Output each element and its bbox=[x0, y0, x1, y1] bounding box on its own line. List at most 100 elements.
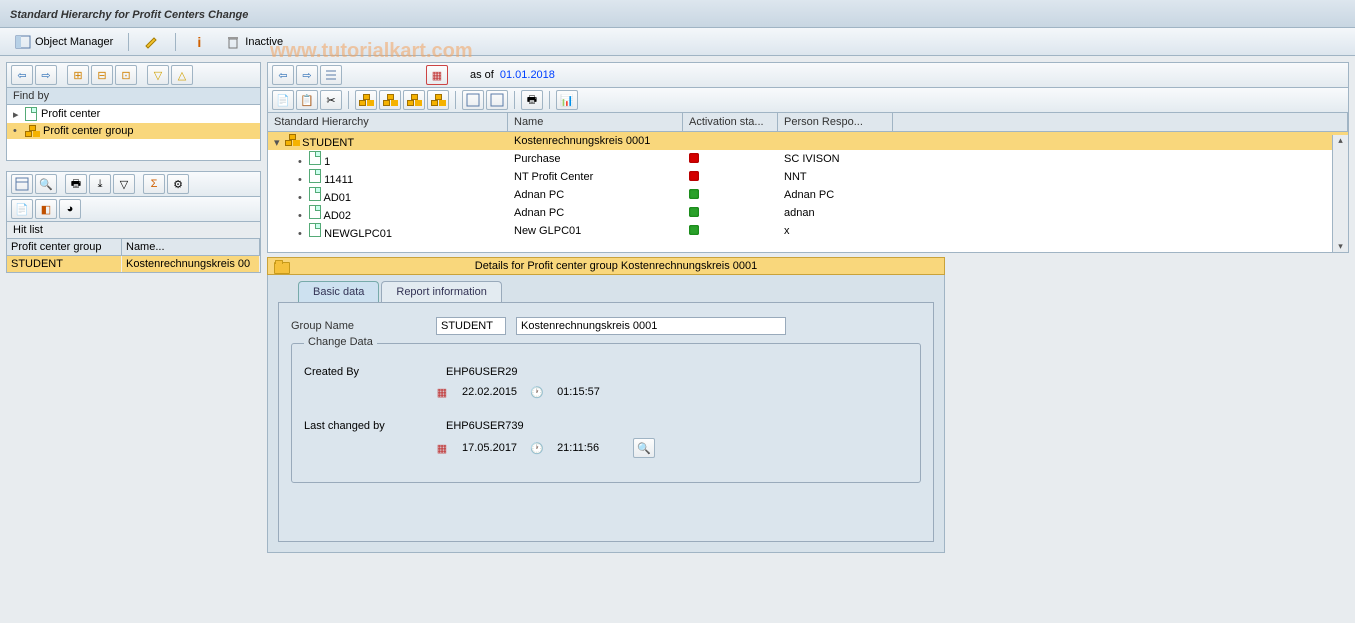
grid-row[interactable]: • AD02 Adnan PC adnan bbox=[268, 204, 1348, 222]
tabs-container: Basic data Report information Group Name… bbox=[267, 275, 945, 553]
t1-button[interactable] bbox=[462, 90, 484, 110]
cell-code: AD01 bbox=[324, 192, 352, 204]
layers-icon: ◧ bbox=[41, 203, 51, 216]
hitlist-col-group[interactable]: Profit center group bbox=[7, 239, 122, 256]
cell-code: AD02 bbox=[324, 210, 352, 222]
last-changed-label: Last changed by bbox=[304, 420, 434, 432]
tree-config-button[interactable]: ⊡ bbox=[115, 65, 137, 85]
h2-button[interactable] bbox=[379, 90, 401, 110]
tab-basic-data[interactable]: Basic data bbox=[298, 281, 379, 302]
col-status[interactable]: Activation sta... bbox=[683, 113, 778, 132]
object-manager-label: Object Manager bbox=[35, 36, 113, 48]
tree-expand-button[interactable]: ⊞ bbox=[67, 65, 89, 85]
print-button[interactable]: 🖶 bbox=[65, 174, 87, 194]
findby-item-profit-center[interactable]: ▸ Profit center bbox=[7, 105, 260, 123]
calendar-button[interactable]: ▦ bbox=[426, 65, 448, 85]
grid-row[interactable]: • NEWGLPC01 New GLPC01 x bbox=[268, 222, 1348, 240]
last-changed-time-value: 21:11:56 bbox=[557, 442, 599, 454]
inactive-button[interactable]: Inactive bbox=[218, 31, 290, 53]
details-button[interactable] bbox=[11, 174, 33, 194]
col-person[interactable]: Person Respo... bbox=[778, 113, 893, 132]
grid-row-group[interactable]: ▾ STUDENT Kostenrechnungskreis 0001 bbox=[268, 132, 1348, 150]
grid-scrollbar[interactable]: ▴ ▾ bbox=[1332, 135, 1348, 252]
chart2-button[interactable]: 📊 bbox=[556, 90, 578, 110]
tree-expand-icon: ▸ bbox=[13, 108, 21, 121]
findby-item-profit-center-group[interactable]: • Profit center group bbox=[7, 123, 260, 139]
history-search-button[interactable]: 🔍 bbox=[633, 438, 655, 458]
bullet-icon: • bbox=[298, 210, 306, 222]
hitlist-row[interactable]: STUDENT Kostenrechnungskreis 00 bbox=[7, 256, 260, 272]
scroll-up-icon[interactable]: ▴ bbox=[1338, 135, 1343, 146]
asof-date: 01.01.2018 bbox=[500, 69, 555, 81]
print2-button[interactable]: 🖶 bbox=[521, 90, 543, 110]
forward-button[interactable]: ⇨ bbox=[296, 65, 318, 85]
grid-row[interactable]: • AD01 Adnan PC Adnan PC bbox=[268, 186, 1348, 204]
gear-icon: ⚙ bbox=[173, 178, 183, 191]
info-button[interactable]: i bbox=[184, 31, 214, 53]
cell-person: x bbox=[778, 224, 893, 238]
h4-button[interactable] bbox=[427, 90, 449, 110]
collapse-icon: ⊟ bbox=[97, 69, 106, 82]
tree-icon: ⊡ bbox=[121, 69, 130, 82]
h1-button[interactable] bbox=[355, 90, 377, 110]
profit-center-icon bbox=[25, 107, 37, 121]
new-doc-button[interactable]: 📄 bbox=[272, 90, 294, 110]
print-icon: 🖶 bbox=[71, 175, 81, 194]
filter2-button[interactable]: ▽ bbox=[113, 174, 135, 194]
node-icon bbox=[309, 187, 321, 201]
scroll-down-icon[interactable]: ▾ bbox=[1338, 241, 1343, 252]
hitlist-col-name[interactable]: Name... bbox=[122, 239, 260, 256]
nav-forward-button[interactable]: ⇨ bbox=[35, 65, 57, 85]
cell-name: Kostenrechnungskreis 0001 bbox=[508, 134, 683, 148]
bullet-icon: • bbox=[298, 228, 306, 240]
created-date-value: 22.02.2015 bbox=[462, 386, 517, 398]
edit-button[interactable] bbox=[137, 31, 167, 53]
tabstrip: Basic data Report information bbox=[268, 281, 944, 302]
details-bar: Details for Profit center group Kostenre… bbox=[267, 257, 945, 275]
status-red-icon bbox=[689, 153, 699, 163]
created-datetime-row: ▦ 22.02.2015 🕐 01:15:57 bbox=[304, 384, 908, 400]
table-icon bbox=[490, 93, 504, 107]
col-hierarchy[interactable]: Standard Hierarchy bbox=[268, 113, 508, 132]
page-title: Standard Hierarchy for Profit Centers Ch… bbox=[10, 9, 248, 21]
col-name[interactable]: Name bbox=[508, 113, 683, 132]
group-code-field[interactable]: STUDENT bbox=[436, 317, 506, 335]
separator bbox=[348, 91, 349, 109]
tab-report-information[interactable]: Report information bbox=[381, 281, 502, 302]
layers-button[interactable]: ◧ bbox=[35, 199, 57, 219]
funnel-icon: ▽ bbox=[120, 178, 128, 191]
cell-name: Adnan PC bbox=[508, 206, 683, 220]
clear-button[interactable]: △ bbox=[171, 65, 193, 85]
find-button[interactable]: 🔍 bbox=[35, 174, 57, 194]
group-name-label: Group Name bbox=[291, 320, 426, 332]
delete-button[interactable]: ✂ bbox=[320, 90, 342, 110]
app-toolbar: Object Manager i Inactive bbox=[0, 28, 1355, 56]
list-button[interactable] bbox=[320, 65, 342, 85]
arrow-right-icon: ⇨ bbox=[302, 69, 311, 82]
chart-button[interactable]: ◕ bbox=[59, 199, 81, 219]
t2-button[interactable] bbox=[486, 90, 508, 110]
bar-chart-icon: 📊 bbox=[560, 94, 574, 107]
sum-button[interactable]: Σ bbox=[143, 174, 165, 194]
export-button[interactable]: ⤓ bbox=[89, 174, 111, 194]
status-green-icon bbox=[689, 189, 699, 199]
grid-row[interactable]: • 11411 NT Profit Center NNT bbox=[268, 168, 1348, 186]
doc-button[interactable]: 📄 bbox=[11, 199, 33, 219]
nav-back-button[interactable]: ⇦ bbox=[11, 65, 33, 85]
group-name-field[interactable]: Kostenrechnungskreis 0001 bbox=[516, 317, 786, 335]
arrow-left-icon: ⇦ bbox=[17, 69, 26, 82]
object-manager-button[interactable]: Object Manager bbox=[8, 31, 120, 53]
filter-button[interactable]: ▽ bbox=[147, 65, 169, 85]
tree-collapse-button[interactable]: ⊟ bbox=[91, 65, 113, 85]
grid-row[interactable]: • 1 Purchase SC IVISON bbox=[268, 150, 1348, 168]
copy-button[interactable]: 📋 bbox=[296, 90, 318, 110]
settings-button[interactable]: ⚙ bbox=[167, 174, 189, 194]
status-green-icon bbox=[689, 225, 699, 235]
hierarchy-icon bbox=[285, 134, 299, 146]
details-bar-label: Details for Profit center group Kostenre… bbox=[294, 260, 938, 272]
back-button[interactable]: ⇦ bbox=[272, 65, 294, 85]
new-icon: 📄 bbox=[276, 94, 290, 107]
hitlist-toolbar-2: 📄 ◧ ◕ bbox=[6, 197, 261, 222]
cell-person: Adnan PC bbox=[778, 188, 893, 202]
h3-button[interactable] bbox=[403, 90, 425, 110]
